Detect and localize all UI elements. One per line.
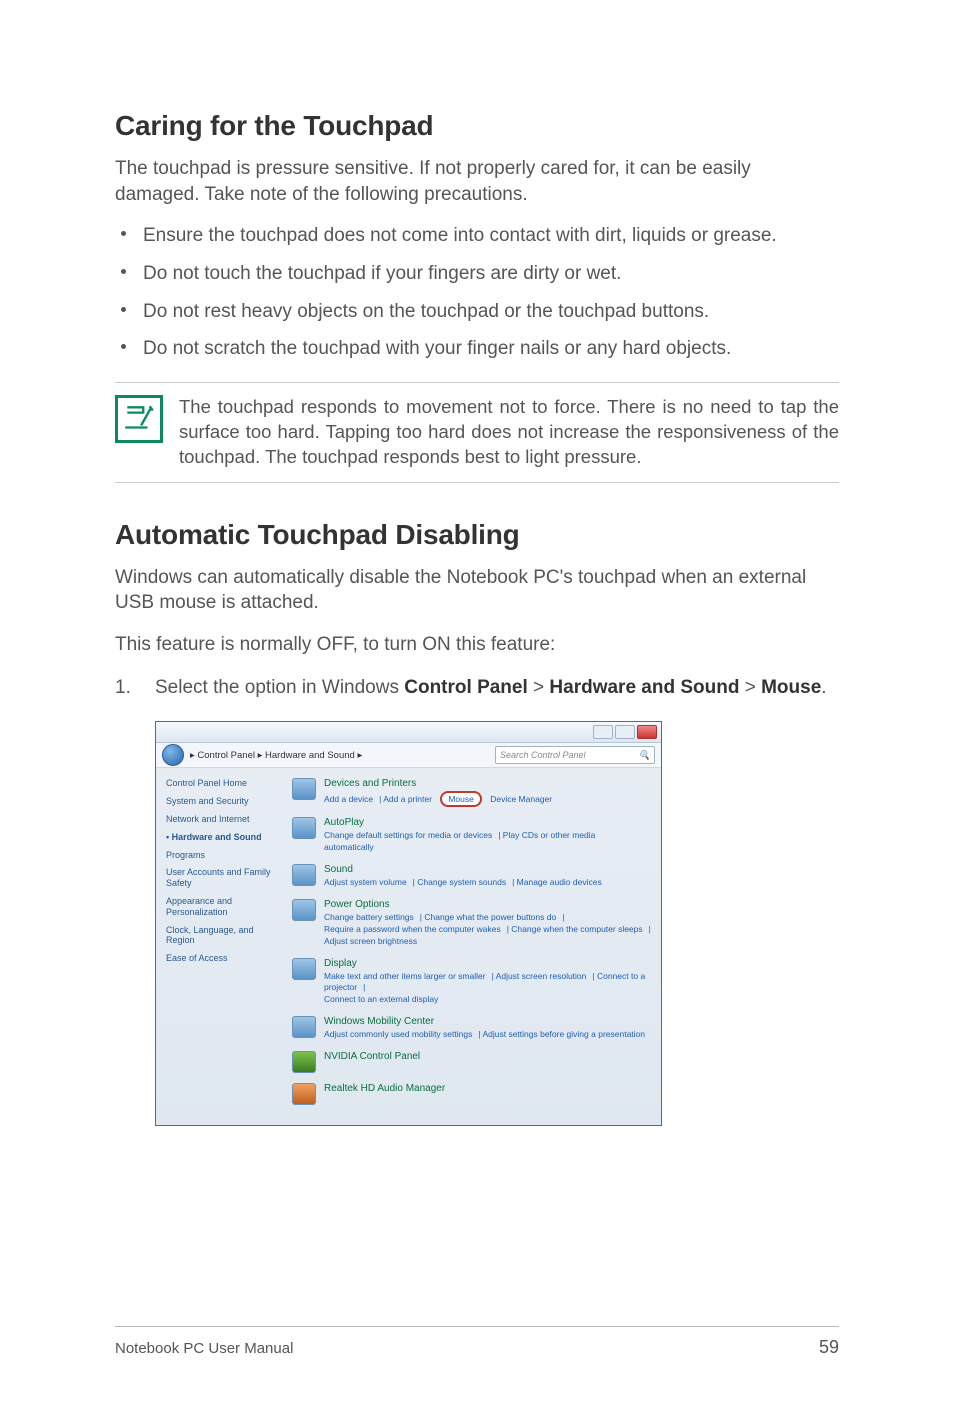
cat-realtek: Realtek HD Audio Manager [292, 1083, 651, 1105]
list-text: Ensure the touchpad does not come into c… [143, 225, 777, 246]
autoplay-icon [292, 817, 316, 839]
close-button[interactable] [637, 725, 657, 739]
bullet-icon [121, 307, 126, 312]
mobility-icon [292, 1016, 316, 1038]
breadcrumb[interactable]: ▸ Control Panel ▸ Hardware and Sound ▸ [190, 750, 362, 761]
list-item: Ensure the touchpad does not come into c… [115, 223, 839, 249]
link[interactable]: Require a password when the computer wak… [324, 924, 501, 934]
sidebar-item-system-security[interactable]: System and Security [166, 796, 276, 807]
cat-title[interactable]: Realtek HD Audio Manager [324, 1083, 651, 1094]
cat-title[interactable]: Devices and Printers [324, 778, 651, 789]
link[interactable]: Adjust screen brightness [324, 936, 417, 946]
cat-title[interactable]: AutoPlay [324, 817, 651, 828]
link[interactable]: Change system sounds [417, 877, 506, 887]
paragraph-intro-2: Windows can automatically disable the No… [115, 565, 839, 616]
display-icon [292, 958, 316, 980]
window-titlebar [156, 722, 661, 743]
paragraph-intro-3: This feature is normally OFF, to turn ON… [115, 632, 839, 658]
gt-sep: > [528, 677, 550, 698]
search-input[interactable]: Search Control Panel 🔍 [495, 746, 655, 764]
sidebar-item-clock-language[interactable]: Clock, Language, and Region [166, 925, 276, 947]
cat-title[interactable]: NVIDIA Control Panel [324, 1051, 651, 1062]
list-text: Do not touch the touchpad if your finger… [143, 263, 621, 284]
step-item: Select the option in Windows Control Pan… [115, 674, 839, 702]
page-footer: Notebook PC User Manual 59 [115, 1326, 839, 1358]
search-placeholder: Search Control Panel [500, 750, 586, 760]
bullet-icon [121, 269, 126, 274]
precautions-list: Ensure the touchpad does not come into c… [115, 223, 839, 362]
link[interactable]: Change default settings for media or dev… [324, 830, 492, 840]
link-add-device[interactable]: Add a device [324, 794, 373, 804]
link[interactable]: Manage audio devices [517, 877, 602, 887]
paragraph-intro-1: The touchpad is pressure sensitive. If n… [115, 156, 839, 207]
list-item: Do not touch the touchpad if your finger… [115, 261, 839, 287]
cat-devices-printers: Devices and Printers Add a device| Add a… [292, 778, 651, 807]
footer-page-number: 59 [819, 1337, 839, 1358]
note-callout: The touchpad responds to movement not to… [115, 382, 839, 483]
minimize-button[interactable] [593, 725, 613, 739]
link[interactable]: Connect to an external display [324, 994, 438, 1004]
category-list: Devices and Printers Add a device| Add a… [282, 768, 661, 1125]
bullet-icon [121, 231, 126, 236]
gt-sep: > [739, 677, 761, 698]
back-button[interactable] [162, 744, 184, 766]
bold-hardware-sound: Hardware and Sound [549, 677, 739, 698]
cat-title[interactable]: Sound [324, 864, 651, 875]
printer-icon [292, 778, 316, 800]
bold-mouse: Mouse [761, 677, 821, 698]
link[interactable]: Adjust screen resolution [496, 971, 587, 981]
realtek-icon [292, 1083, 316, 1105]
embedded-screenshot: ▸ Control Panel ▸ Hardware and Sound ▸ S… [155, 721, 662, 1126]
power-icon [292, 899, 316, 921]
heading-caring: Caring for the Touchpad [115, 110, 839, 142]
nvidia-icon [292, 1051, 316, 1073]
sidebar-item-network-internet[interactable]: Network and Internet [166, 814, 276, 825]
window-navbar: ▸ Control Panel ▸ Hardware and Sound ▸ S… [156, 743, 661, 768]
cat-mobility-center: Windows Mobility Center Adjust commonly … [292, 1016, 651, 1041]
bold-control-panel: Control Panel [404, 677, 528, 698]
link[interactable]: Change what the power buttons do [424, 912, 556, 922]
sidebar-item-appearance[interactable]: Appearance and Personalization [166, 896, 276, 918]
link[interactable]: Adjust settings before giving a presenta… [482, 1029, 645, 1039]
list-item: Do not scratch the touchpad with your fi… [115, 336, 839, 362]
maximize-button[interactable] [615, 725, 635, 739]
search-icon: 🔍 [639, 750, 650, 761]
link[interactable]: Make text and other items larger or smal… [324, 971, 486, 981]
list-text: Do not rest heavy objects on the touchpa… [143, 301, 709, 322]
note-text: The touchpad responds to movement not to… [179, 395, 839, 470]
list-item: Do not rest heavy objects on the touchpa… [115, 299, 839, 325]
sidebar-item-user-accounts[interactable]: User Accounts and Family Safety [166, 867, 276, 889]
cat-nvidia: NVIDIA Control Panel [292, 1051, 651, 1073]
sidebar-home[interactable]: Control Panel Home [166, 778, 276, 788]
bullet-icon [121, 344, 126, 349]
window-body: Control Panel Home System and Security N… [156, 768, 661, 1125]
step-text-pre: Select the option in Windows [155, 677, 404, 698]
link-device-manager[interactable]: Device Manager [490, 794, 552, 804]
sidebar-item-ease-of-access[interactable]: Ease of Access [166, 953, 276, 964]
sidebar-item-programs[interactable]: Programs [166, 850, 276, 861]
cat-title[interactable]: Power Options [324, 899, 651, 910]
link-add-printer[interactable]: Add a printer [383, 794, 432, 804]
link[interactable]: Change when the computer sleeps [511, 924, 642, 934]
cat-title[interactable]: Display [324, 958, 651, 969]
cat-power-options: Power Options Change battery settings| C… [292, 899, 651, 948]
link[interactable]: Adjust system volume [324, 877, 407, 887]
footer-manual-title: Notebook PC User Manual [115, 1340, 293, 1357]
link[interactable]: Adjust commonly used mobility settings [324, 1029, 472, 1039]
speaker-icon [292, 864, 316, 886]
cat-display: Display Make text and other items larger… [292, 958, 651, 1007]
sidebar-item-hardware-sound[interactable]: • Hardware and Sound [166, 832, 276, 843]
heading-disabling: Automatic Touchpad Disabling [115, 519, 839, 551]
steps-list: Select the option in Windows Control Pan… [115, 674, 839, 702]
period: . [821, 677, 826, 698]
cat-sound: Sound Adjust system volume| Change syste… [292, 864, 651, 889]
cat-autoplay: AutoPlay Change default settings for med… [292, 817, 651, 854]
list-text: Do not scratch the touchpad with your fi… [143, 338, 731, 359]
sidebar: Control Panel Home System and Security N… [156, 768, 282, 1125]
sidebar-item-label: Hardware and Sound [172, 832, 262, 842]
note-icon [115, 395, 163, 443]
link[interactable]: Change battery settings [324, 912, 414, 922]
link-mouse-highlighted[interactable]: Mouse [440, 791, 482, 807]
cat-title[interactable]: Windows Mobility Center [324, 1016, 651, 1027]
